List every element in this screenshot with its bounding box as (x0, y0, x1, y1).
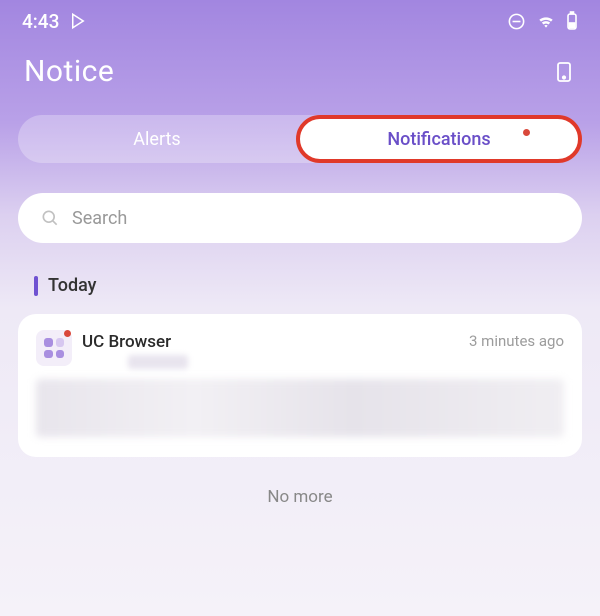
notification-card[interactable]: UC Browser 3 minutes ago (18, 314, 582, 457)
notification-dot-icon (523, 129, 530, 136)
app-name: UC Browser (82, 332, 188, 352)
app-icon (36, 330, 72, 366)
dnd-icon (507, 12, 526, 31)
play-store-icon (69, 12, 87, 30)
list-end-label: No more (0, 487, 600, 507)
app-badge-icon (64, 330, 71, 337)
page-header: Notice (0, 36, 600, 99)
status-time: 4:43 (22, 10, 59, 33)
status-bar: 4:43 (0, 0, 600, 36)
section-header: Today (34, 275, 600, 296)
tab-bar: Alerts Notifications (18, 115, 582, 163)
blurred-subtitle (128, 355, 188, 369)
tab-notifications[interactable]: Notifications (296, 115, 582, 163)
tab-notifications-label: Notifications (387, 129, 490, 150)
tab-alerts[interactable]: Alerts (18, 115, 296, 163)
battery-icon (566, 11, 578, 31)
device-icon[interactable] (552, 60, 576, 84)
search-icon (40, 208, 60, 228)
section-label: Today (48, 275, 97, 296)
search-input[interactable] (72, 208, 560, 229)
tab-alerts-label: Alerts (133, 129, 180, 150)
page-title: Notice (24, 54, 114, 89)
notification-time: 3 minutes ago (469, 332, 564, 350)
wifi-icon (536, 11, 556, 31)
search-bar[interactable] (18, 193, 582, 243)
blurred-content (36, 379, 564, 437)
section-accent-icon (34, 276, 38, 296)
